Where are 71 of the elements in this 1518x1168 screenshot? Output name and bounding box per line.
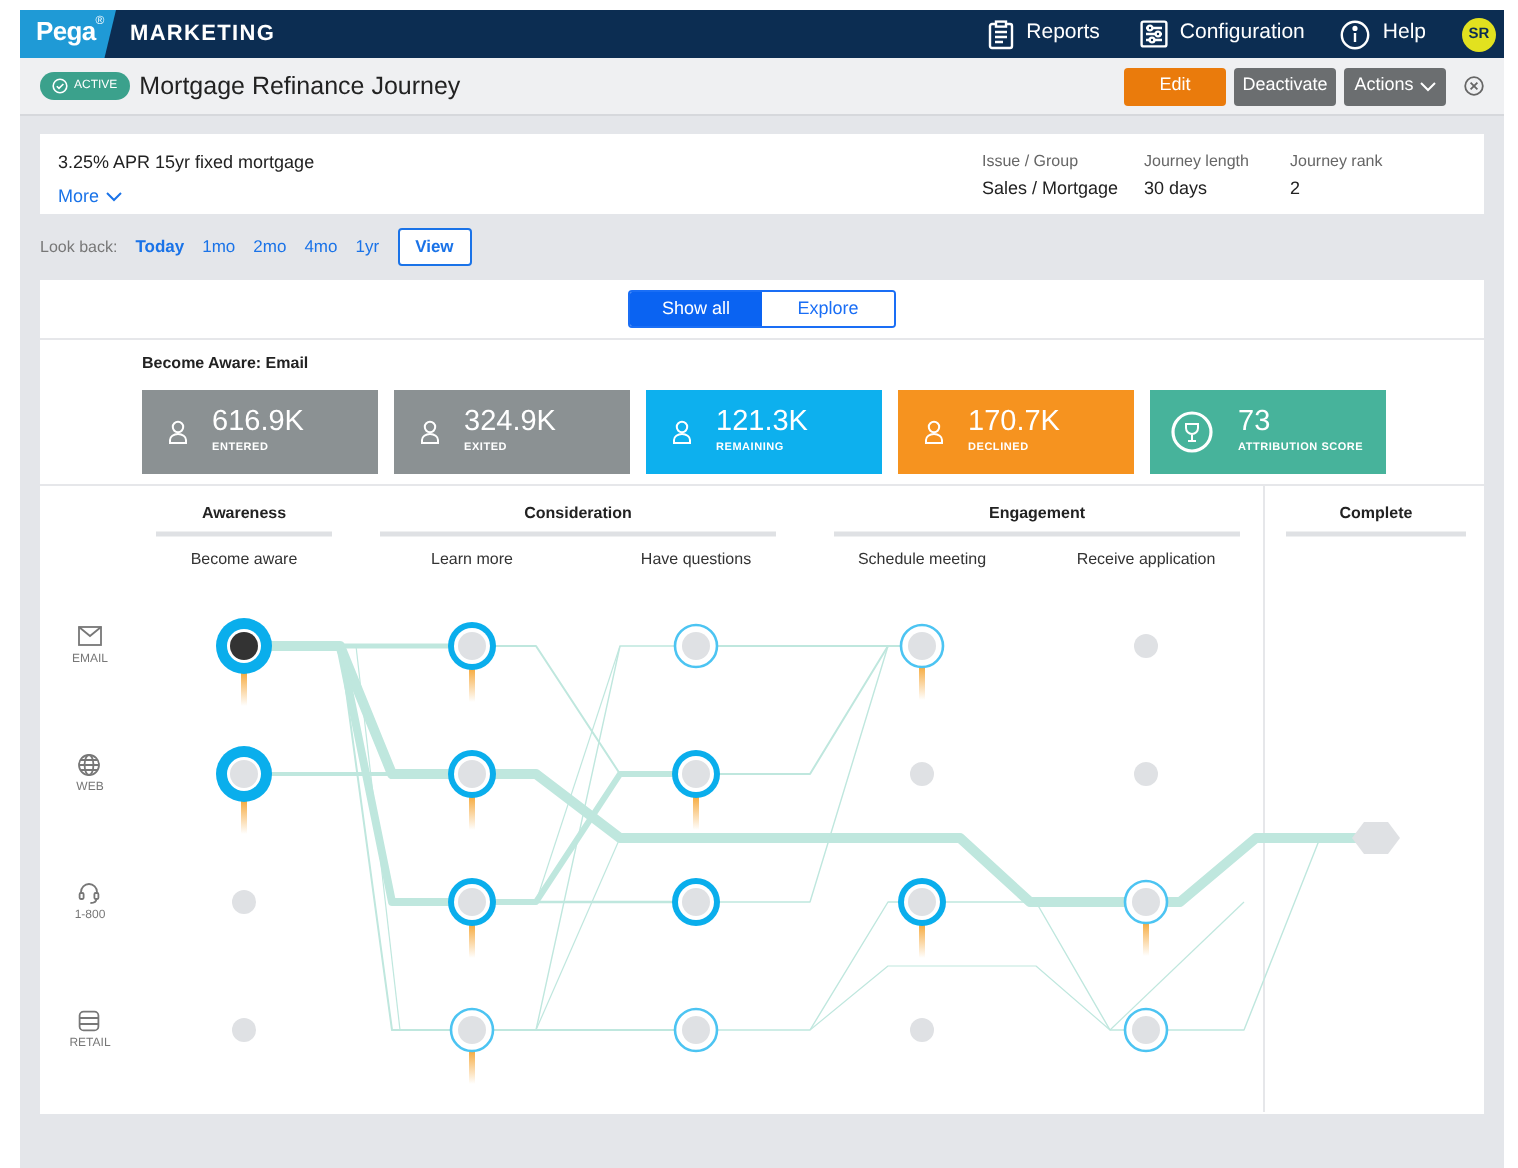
step-label: Schedule meeting <box>857 550 987 568</box>
stage-title: Complete <box>1339 504 1413 522</box>
more-link[interactable]: More <box>58 183 122 210</box>
journey-node[interactable] <box>673 1007 719 1053</box>
period-link[interactable]: 1yr <box>355 234 380 260</box>
stage-title: Engagement <box>989 504 1085 522</box>
check-circle-icon <box>52 78 68 94</box>
person-icon <box>168 420 188 444</box>
journey-node[interactable] <box>448 878 496 958</box>
journey-node[interactable] <box>1123 879 1169 956</box>
period-link[interactable]: 4mo <box>304 234 338 260</box>
stage-title: Awareness <box>201 504 287 522</box>
view-button[interactable]: View <box>397 228 472 266</box>
action-button[interactable]: Edit <box>1124 67 1226 105</box>
journey-node[interactable] <box>216 618 272 706</box>
field-value: Sales / Mortgage <box>982 176 1121 202</box>
step-label: Receive application <box>1076 550 1216 568</box>
globe-icon <box>78 754 100 776</box>
store-icon <box>78 1010 100 1032</box>
journey-node[interactable] <box>448 622 496 702</box>
metric-value: 616.9K <box>212 406 304 439</box>
journey-node[interactable] <box>216 746 272 834</box>
field-value: 2 <box>1290 176 1303 202</box>
journey-node[interactable] <box>1123 1007 1169 1053</box>
journey-node[interactable] <box>449 1007 495 1084</box>
nav-link[interactable]: Help <box>1340 18 1426 50</box>
metric-value: 324.9K <box>464 406 556 439</box>
end-node-icon <box>1352 822 1400 854</box>
offer-name: 3.25% APR 15yr fixed mortgage <box>58 150 317 176</box>
period-link[interactable]: Today <box>135 234 185 260</box>
envelope-icon <box>78 626 102 646</box>
period-link[interactable]: 1mo <box>202 234 236 260</box>
chevron-down-icon <box>105 191 122 202</box>
metric-value: 73 <box>1238 406 1273 439</box>
action-button[interactable]: Deactivate <box>1234 67 1336 105</box>
person-icon <box>420 420 440 444</box>
trophy-ring-icon <box>1170 410 1214 454</box>
actions-menu-button[interactable]: Actions <box>1344 67 1446 105</box>
info-icon <box>1340 19 1371 49</box>
period-link[interactable]: 2mo <box>253 234 287 260</box>
headset-icon <box>78 883 100 904</box>
field-label: Journey length <box>1144 150 1251 174</box>
metric-value: 121.3K <box>716 406 808 439</box>
sliders-icon <box>1139 20 1168 48</box>
field-value: 30 days <box>1144 176 1210 202</box>
clipboard-icon <box>988 19 1015 49</box>
journey-node[interactable] <box>899 623 945 700</box>
step-label: Have questions <box>640 550 752 568</box>
step-label: Become aware <box>190 550 298 568</box>
journey-node[interactable] <box>673 623 719 669</box>
toggle-tab[interactable]: Show all <box>630 292 762 326</box>
field-label: Journey rank <box>1290 150 1385 174</box>
journey-node[interactable] <box>898 878 946 958</box>
product-name: MARKETING <box>130 19 276 50</box>
close-button[interactable] <box>1464 76 1484 96</box>
metric-value: 170.7K <box>968 406 1060 439</box>
field-label: Issue / Group <box>982 150 1081 174</box>
person-icon <box>924 420 944 444</box>
stage-title: Consideration <box>524 504 632 522</box>
chevron-down-icon <box>1419 81 1436 91</box>
journey-node[interactable] <box>448 750 496 830</box>
nav-link[interactable]: Configuration <box>1139 18 1305 50</box>
look-back-label: Look back: <box>40 235 118 259</box>
step-label: Learn more <box>431 550 513 568</box>
journey-title: Mortgage Refinance Journey <box>139 69 461 104</box>
person-icon <box>672 420 692 444</box>
nav-link[interactable]: Reports <box>988 18 1100 50</box>
journey-node[interactable] <box>672 878 720 926</box>
metrics-title: Become Aware: Email <box>142 354 311 374</box>
close-icon <box>1464 76 1484 96</box>
journey-node[interactable] <box>672 750 720 830</box>
